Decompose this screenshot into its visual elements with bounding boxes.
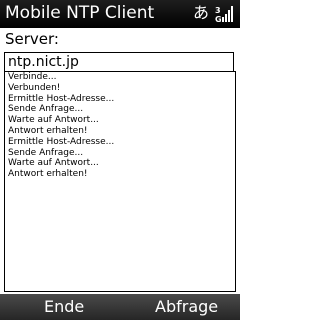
log-line: Sende Anfrage... — [8, 147, 84, 158]
title-bar: Mobile NTP Client あ 3 G — [0, 0, 240, 28]
app-title: Mobile NTP Client — [5, 3, 155, 23]
log-line: Ermittle Host-Adresse... — [8, 93, 115, 104]
log-line: Warte auf Antwort... — [8, 158, 99, 169]
svg-text:3: 3 — [215, 6, 221, 15]
server-input[interactable] — [4, 52, 234, 72]
softkey-bar: Ende Abfrage — [0, 294, 240, 320]
log-listbox[interactable]: Verbinde... Verbunden! Ermittle Host-Adr… — [4, 71, 236, 292]
signal-strength-icon: 3 G — [215, 6, 233, 24]
server-label: Server: — [5, 30, 59, 48]
log-line: Verbunden! — [8, 82, 61, 93]
ntp-client-screen: Mobile NTP Client あ 3 G Server: Verbinde… — [0, 0, 240, 320]
log-line: Ermittle Host-Adresse... — [8, 136, 115, 147]
log-line: Sende Anfrage... — [8, 104, 84, 115]
input-mode-indicator[interactable]: あ — [193, 4, 209, 22]
log-line: Antwort erhalten! — [8, 169, 88, 180]
log-line: Antwort erhalten! — [8, 125, 88, 136]
log-line: Warte auf Antwort... — [8, 115, 99, 126]
log-line: Verbinde... — [8, 72, 57, 82]
query-softkey[interactable]: Abfrage — [155, 297, 218, 317]
end-softkey[interactable]: Ende — [44, 297, 84, 317]
log-list: Verbinde... Verbunden! Ermittle Host-Adr… — [8, 72, 235, 180]
svg-text:G: G — [215, 15, 222, 24]
